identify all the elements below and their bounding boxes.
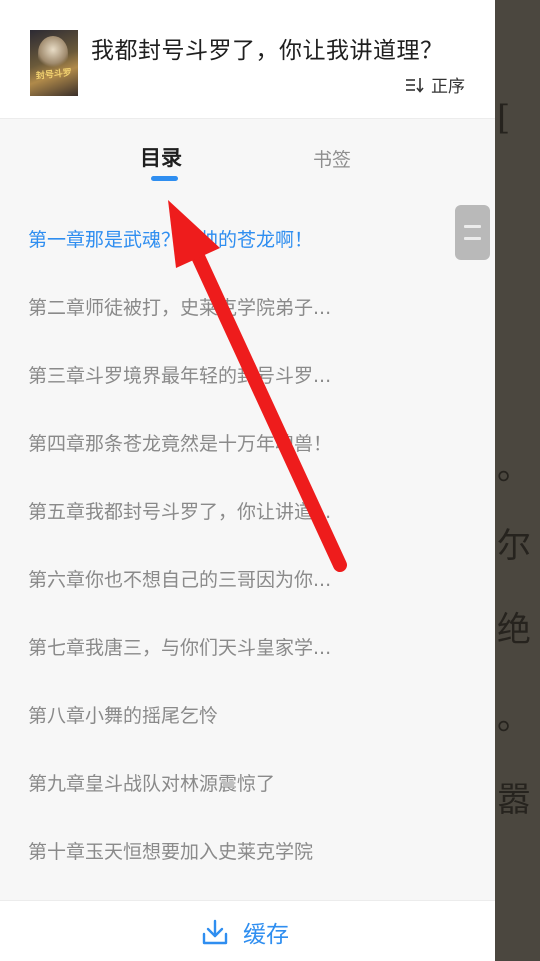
chapter-item-label: 第二章师徒被打，史莱克学院弟子... [28, 297, 332, 319]
chapter-item[interactable]: 第五章我都封号斗罗了，你让讲道... [0, 478, 495, 546]
drawer-tabs: 目录 书签 [0, 118, 495, 198]
chapter-item-label: 第六章你也不想自己的三哥因为你... [28, 569, 332, 591]
drawer-footer: 缓存 [0, 900, 495, 961]
chapter-item[interactable]: 第二章师徒被打，史莱克学院弟子... [0, 274, 495, 342]
chapter-item[interactable]: 第八章小舞的摇尾乞怜 [0, 682, 495, 750]
book-cover[interactable]: 封号斗罗 [30, 30, 78, 96]
sort-order-button[interactable]: 正序 [405, 72, 465, 97]
cache-button-label: 缓存 [243, 922, 289, 948]
active-tab-indicator [151, 176, 178, 181]
tab-bookmarks[interactable]: 书签 [313, 145, 351, 172]
chapter-item[interactable]: 第六章你也不想自己的三哥因为你... [0, 546, 495, 614]
chapter-item[interactable]: 第九章皇斗战队对林源震惊了 [0, 750, 495, 818]
reader-text-fragment: 尔 [497, 526, 531, 566]
book-title: 我都封号斗罗了，你让我讲道理？ [91, 38, 444, 64]
sort-order-label: 正序 [431, 77, 465, 97]
chapter-item-label: 第九章皇斗战队对林源震惊了 [28, 773, 276, 795]
chapter-item-label: 第一章那是武魂？好帅的苍龙啊！ [28, 229, 314, 251]
cache-button[interactable]: 缓存 [201, 915, 289, 949]
reader-text-fragment: 。 [497, 698, 531, 738]
sort-order-icon [406, 77, 424, 93]
chapter-item[interactable]: 第七章我唐三，与你们天斗皇家学... [0, 614, 495, 682]
scroll-handle-grip [464, 237, 481, 240]
chapter-item[interactable]: 第十章玉天恒想要加入史莱克学院 [0, 818, 495, 886]
cover-title-text: 封号斗罗 [35, 68, 73, 82]
reader-text-fragment: 。 [497, 448, 531, 488]
chapter-item-label: 第八章小舞的摇尾乞怜 [28, 705, 219, 727]
chapter-item-label: 第七章我唐三，与你们天斗皇家学... [28, 637, 332, 659]
cover-art [38, 36, 68, 70]
tab-table-of-contents[interactable]: 目录 [140, 142, 182, 172]
drawer-header: 封号斗罗 我都封号斗罗了，你让我讲道理？ 正序 [0, 0, 495, 119]
toc-drawer: 封号斗罗 我都封号斗罗了，你让我讲道理？ 正序 目录 书签 第一章那是武魂？好帅… [0, 0, 495, 961]
chapter-item-label: 第四章那条苍龙竟然是十万年魂兽！ [28, 433, 333, 455]
reader-text-fragment: [ [497, 98, 511, 138]
download-icon [202, 919, 228, 945]
reader-text-fragment: 绝 [497, 610, 531, 650]
fast-scroll-handle[interactable] [455, 205, 490, 260]
chapter-item-label: 第三章斗罗境界最年轻的封号斗罗... [28, 365, 332, 387]
chapter-item-label: 第五章我都封号斗罗了，你让讲道... [28, 501, 332, 523]
chapter-item-label: 第十章玉天恒想要加入史莱克学院 [28, 841, 314, 863]
reader-text-fragment: 嚣 [497, 780, 531, 820]
scroll-handle-grip [464, 225, 481, 228]
chapter-list: 第一章那是武魂？好帅的苍龙啊！ 第二章师徒被打，史莱克学院弟子... 第三章斗罗… [0, 206, 495, 886]
chapter-item[interactable]: 第一章那是武魂？好帅的苍龙啊！ [0, 206, 495, 274]
chapter-item[interactable]: 第四章那条苍龙竟然是十万年魂兽！ [0, 410, 495, 478]
chapter-item[interactable]: 第三章斗罗境界最年轻的封号斗罗... [0, 342, 495, 410]
